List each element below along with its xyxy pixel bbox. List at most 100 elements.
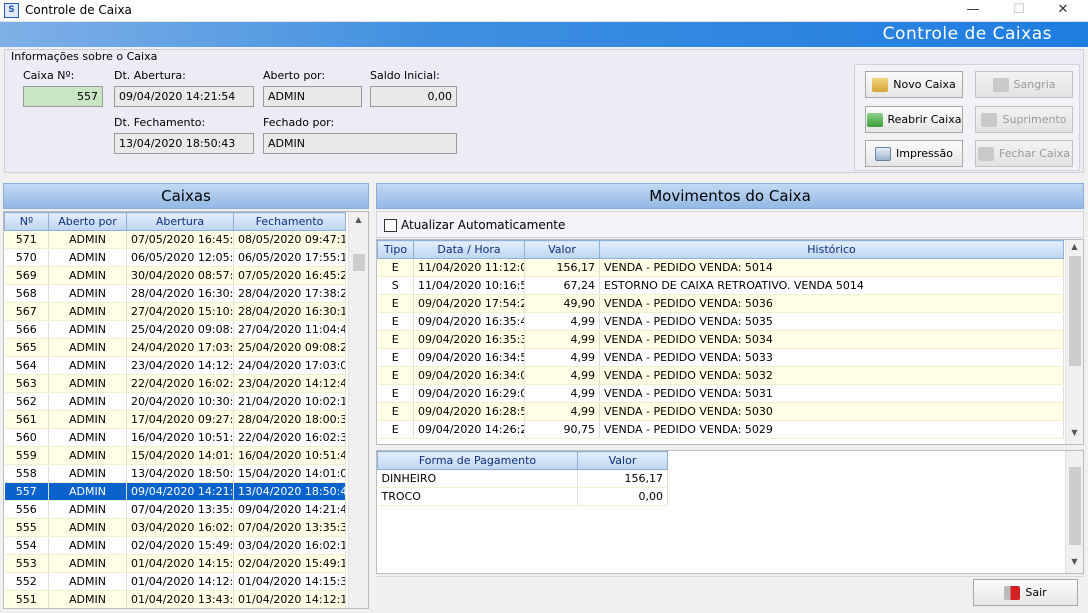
reabrir-caixa-button[interactable]: Reabrir Caixa (865, 106, 963, 133)
fechar-caixa-button[interactable]: Fechar Caixa (975, 140, 1073, 167)
caixa-row[interactable]: 559ADMIN15/04/2020 14:01:0916/04/2020 10… (4, 446, 346, 465)
movimento-row[interactable]: E 09/04/2020 16:29:09 4,99 VENDA - PEDIDO V… (377, 384, 1064, 403)
caixa-row-cell: 30/04/2020 08:57:30 (126, 266, 234, 285)
caixa-row[interactable]: 568ADMIN28/04/2020 16:30:1828/04/2020 17… (4, 284, 346, 303)
caixa-row-cell: ADMIN (48, 266, 127, 285)
scroll-down-arrow-icon[interactable]: ▼ (1066, 428, 1083, 437)
caixa-row[interactable]: 558ADMIN13/04/2020 18:50:4615/04/2020 14… (4, 464, 346, 483)
mov-col-tipo[interactable]: Tipo (377, 240, 414, 259)
abertura-field[interactable]: 09/04/2020 14:21:54 (114, 86, 254, 107)
sangria-label: Sangria (1013, 78, 1056, 91)
movimento-row-cell: 11/04/2020 10:16:59 (413, 276, 525, 295)
mov-col-data-hora[interactable]: Data / Hora (413, 240, 525, 259)
caixa-number-label: Caixa Nº: (23, 69, 75, 82)
aberto-por-field[interactable]: ADMIN (263, 86, 362, 107)
pagamentos-rows: DINHEIRO 156,17 TROCO 0,00 (377, 469, 668, 506)
caixa-number-field[interactable]: 557 (23, 86, 103, 107)
caixa-row[interactable]: 567ADMIN27/04/2020 15:10:5428/04/2020 16… (4, 302, 346, 321)
caixa-row[interactable]: 566ADMIN25/04/2020 09:08:2827/04/2020 11… (4, 320, 346, 339)
caixa-row-cell: ADMIN (48, 284, 127, 303)
caixa-row[interactable]: 556ADMIN07/04/2020 13:35:4409/04/2020 14… (4, 500, 346, 519)
fechado-por-field[interactable]: ADMIN (263, 133, 457, 154)
checkbox-icon[interactable] (384, 218, 397, 232)
pagamentos-scrollbar[interactable]: ▼ (1065, 451, 1083, 573)
caixa-row[interactable]: 560ADMIN16/04/2020 10:51:4922/04/2020 16… (4, 428, 346, 447)
movimento-row[interactable]: E 09/04/2020 17:54:23 49,90 VENDA - PEDIDO … (377, 294, 1064, 313)
caixa-row-cell: 28/04/2020 16:30:11 (233, 302, 346, 321)
scroll-up-arrow-icon[interactable]: ▲ (1066, 242, 1083, 251)
caixa-row-cell: 27/04/2020 15:10:54 (126, 302, 234, 321)
caixa-row-cell: 20/04/2020 10:30:42 (126, 392, 234, 411)
mov-col-valor[interactable]: Valor (524, 240, 600, 259)
auto-update-checkbox[interactable]: Atualizar Automaticamente (384, 218, 565, 232)
movimento-row[interactable]: E 09/04/2020 16:34:57 4,99 VENDA - PEDIDO V… (377, 348, 1064, 367)
impressao-button[interactable]: Impressão (865, 140, 963, 167)
caixa-row[interactable]: 563ADMIN22/04/2020 16:02:5223/04/2020 14… (4, 374, 346, 393)
caixas-col-abertura[interactable]: Abertura (126, 212, 234, 231)
caixas-col-fechamento[interactable]: Fechamento (233, 212, 346, 231)
pagamentos-table: Forma de Pagamento Valor DINHEIRO 156,17 T… (377, 451, 668, 506)
movimentos-scroll-thumb[interactable] (1069, 256, 1081, 366)
caixas-col-aberto-por[interactable]: Aberto por (48, 212, 127, 231)
caixa-row[interactable]: 557ADMIN09/04/2020 14:21:5413/04/2020 18… (4, 482, 346, 501)
caixa-row[interactable]: 571ADMIN07/05/2020 16:45:3108/05/2020 09… (4, 230, 346, 249)
close-button[interactable]: ✕ (1040, 0, 1086, 22)
caixa-row-cell: 01/04/2020 14:15:32 (126, 554, 234, 573)
maximize-button[interactable]: ☐ (996, 0, 1042, 22)
movimento-row[interactable]: E 09/04/2020 14:26:28 90,75 VENDA - PEDIDO … (377, 420, 1064, 439)
caixa-row[interactable]: 565ADMIN24/04/2020 17:03:1025/04/2020 09… (4, 338, 346, 357)
movimento-row[interactable]: E 09/04/2020 16:35:48 4,99 VENDA - PEDIDO V… (377, 312, 1064, 331)
pagamentos-scroll-thumb[interactable] (1069, 467, 1081, 545)
caixa-row-cell: 21/04/2020 10:02:19 (233, 392, 346, 411)
caixa-row-cell: ADMIN (48, 572, 127, 591)
pagamento-row[interactable]: TROCO 0,00 (377, 487, 668, 506)
mov-col-historico[interactable]: Histórico (599, 240, 1064, 259)
caixa-row[interactable]: 561ADMIN17/04/2020 09:27:2728/04/2020 18… (4, 410, 346, 429)
novo-caixa-button[interactable]: Novo Caixa (865, 71, 963, 98)
movimentos-header: Movimentos do Caixa (376, 183, 1084, 209)
caixa-row[interactable]: 554ADMIN02/04/2020 15:49:2003/04/2020 16… (4, 536, 346, 555)
sangria-button[interactable]: Sangria (975, 71, 1073, 98)
caixa-row-cell: 551 (4, 590, 49, 608)
banner-title: Controle de Caixas (882, 24, 1052, 44)
caixa-row-cell: ADMIN (48, 230, 127, 249)
movimento-row[interactable]: S 11/04/2020 10:16:59 67,24 ESTORNO DE CAIX… (377, 276, 1064, 295)
suprimento-button[interactable]: Suprimento (975, 106, 1073, 133)
caixa-row[interactable]: 562ADMIN20/04/2020 10:30:4221/04/2020 10… (4, 392, 346, 411)
movimento-row[interactable]: E 09/04/2020 16:28:54 4,99 VENDA - PEDIDO V… (377, 402, 1064, 421)
pag-col-valor[interactable]: Valor (577, 451, 668, 470)
caixa-row-cell: 01/04/2020 13:43:48 (126, 590, 234, 608)
saldo-inicial-field[interactable]: 0,00 (370, 86, 457, 107)
pagamento-row[interactable]: DINHEIRO 156,17 (377, 469, 668, 488)
new-box-icon (872, 77, 889, 92)
caixa-row-cell: 565 (4, 338, 49, 357)
caixas-scroll-thumb[interactable] (353, 254, 365, 271)
sair-button[interactable]: Sair (973, 579, 1078, 606)
scroll-down-arrow-icon[interactable]: ▼ (1066, 557, 1083, 566)
scroll-up-arrow-icon[interactable]: ▲ (349, 215, 368, 224)
movimento-row[interactable]: E 09/04/2020 16:34:01 4,99 VENDA - PEDIDO V… (377, 366, 1064, 385)
caixa-row[interactable]: 569ADMIN30/04/2020 08:57:3007/05/2020 16… (4, 266, 346, 285)
caixa-row-cell: ADMIN (48, 446, 127, 465)
caixa-row[interactable]: 552ADMIN01/04/2020 14:12:2601/04/2020 14… (4, 572, 346, 591)
movimento-row-cell: 09/04/2020 16:35:48 (413, 312, 525, 331)
abertura-label: Dt. Abertura: (114, 69, 186, 82)
caixa-row[interactable]: 564ADMIN23/04/2020 14:12:4224/04/2020 17… (4, 356, 346, 375)
caixas-scrollbar[interactable]: ▲ (348, 212, 368, 608)
movimento-row-cell: ESTORNO DE CAIXA RETROATIVO. VENDA 5014 (599, 276, 1064, 295)
caixa-row[interactable]: 555ADMIN03/04/2020 16:02:1407/04/2020 13… (4, 518, 346, 537)
caixa-row[interactable]: 553ADMIN01/04/2020 14:15:3202/04/2020 15… (4, 554, 346, 573)
movimento-row-cell: 09/04/2020 16:34:57 (413, 348, 525, 367)
caixa-row-cell: 562 (4, 392, 49, 411)
caixa-row[interactable]: 551ADMIN01/04/2020 13:43:4801/04/2020 14… (4, 590, 346, 608)
movimento-row-cell: 4,99 (524, 312, 600, 331)
fechamento-field[interactable]: 13/04/2020 18:50:43 (114, 133, 254, 154)
movimento-row[interactable]: E 11/04/2020 11:12:09 156,17 VENDA - PEDIDO… (377, 258, 1064, 277)
minimize-button[interactable]: — (950, 0, 996, 22)
movimento-row[interactable]: E 09/04/2020 16:35:30 4,99 VENDA - PEDIDO V… (377, 330, 1064, 349)
caixas-col-numero[interactable]: Nº (4, 212, 49, 231)
caixa-row[interactable]: 570ADMIN06/05/2020 12:05:1506/05/2020 17… (4, 248, 346, 267)
movimentos-scrollbar[interactable]: ▲ ▼ (1065, 240, 1083, 444)
pag-col-forma[interactable]: Forma de Pagamento (377, 451, 578, 470)
fechar-caixa-label: Fechar Caixa (998, 147, 1070, 160)
